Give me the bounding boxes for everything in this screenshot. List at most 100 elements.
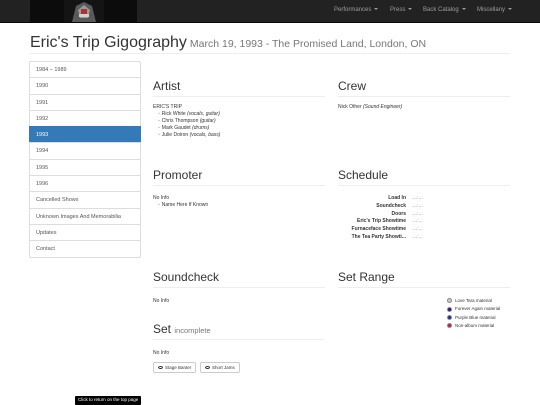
promoter-heading-text: Promoter bbox=[153, 168, 203, 182]
member-role: (drums) bbox=[192, 125, 210, 131]
promoter-list: Name Here If Known bbox=[153, 202, 208, 209]
legend-dot bbox=[447, 306, 452, 312]
crew-heading: Crew bbox=[338, 79, 510, 97]
set-range-heading-text: Set Range bbox=[338, 270, 395, 284]
schedule-row: Furnaceface Showtime...:... bbox=[338, 226, 423, 234]
nav-press[interactable]: Press bbox=[390, 7, 413, 13]
nav-miscellany-label: Miscellany bbox=[477, 7, 506, 13]
legend-dot bbox=[447, 323, 452, 329]
schedule-value: ...:... bbox=[413, 210, 423, 217]
crew-name: Nick Other bbox=[338, 104, 362, 110]
sidebar-item-1996[interactable]: 1996 bbox=[29, 175, 141, 193]
sidebar-item-1992[interactable]: 1992 bbox=[29, 109, 141, 128]
member-name: Chris Thompson bbox=[161, 118, 199, 124]
artist-heading-text: Artist bbox=[153, 79, 181, 93]
sidebar-item-cancelled-shows[interactable]: Cancelled Shows bbox=[29, 191, 141, 209]
schedule-value: ...:... bbox=[413, 218, 423, 225]
promoter-heading: Promoter bbox=[153, 168, 325, 186]
sidebar-item-updates[interactable]: Updates bbox=[29, 223, 141, 242]
sidebar-item-1990[interactable]: 1990 bbox=[29, 77, 141, 95]
member-role: (vocals, guitar) bbox=[187, 111, 220, 117]
nav-performances[interactable]: Performances bbox=[334, 7, 379, 13]
sidebar-item-1993[interactable]: 1993 bbox=[29, 126, 141, 144]
soundcheck-info: No Info bbox=[153, 298, 170, 304]
legend-item: Love Tara material bbox=[447, 297, 500, 305]
set-range-legend: Love Tara material Forever Again materia… bbox=[447, 297, 500, 331]
schedule-row: Load In...:... bbox=[338, 195, 423, 203]
schedule-row: Eric's Trip Showtime...:... bbox=[338, 218, 423, 226]
chevron-down-icon bbox=[461, 8, 466, 11]
site-logo[interactable] bbox=[30, 0, 137, 22]
legend-item: Purple Blue material bbox=[447, 314, 500, 322]
member-name: Julie Doiron bbox=[161, 132, 189, 138]
sidebar-item-contact[interactable]: Contact bbox=[29, 240, 141, 258]
stage-banter-label: Stage Banter bbox=[165, 365, 192, 370]
list-item: Mark Gaudet (drums) bbox=[161, 125, 220, 132]
member-role: (vocals, bass) bbox=[189, 132, 221, 138]
crew-role: (Sound Engineer) bbox=[363, 104, 403, 110]
legend-item: Forever Again material bbox=[447, 305, 500, 313]
chevron-down-icon bbox=[508, 8, 513, 11]
nav-performances-label: Performances bbox=[334, 7, 372, 13]
nav-miscellany[interactable]: Miscellany bbox=[477, 7, 513, 13]
page-subtitle: March 19, 1993 - The Promised Land, Lond… bbox=[189, 38, 427, 50]
list-item: Rick White (vocals, guitar) bbox=[161, 111, 220, 118]
schedule-heading-text: Schedule bbox=[338, 168, 389, 182]
set-status: incomplete bbox=[174, 326, 211, 335]
crew-block: Nick Other (Sound Engineer) bbox=[338, 104, 402, 111]
schedule-label: Load In bbox=[388, 195, 406, 201]
nav-back-catalog-label: Back Catalog bbox=[423, 7, 459, 13]
schedule-label: Eric's Trip Showtime bbox=[357, 218, 406, 225]
promoter-info: No Info bbox=[153, 195, 170, 201]
back-to-top-button[interactable]: Click to return on the top page bbox=[75, 396, 142, 405]
member-name: Mark Gaudet bbox=[161, 125, 191, 131]
sidebar-item-1984-1989[interactable]: 1984 – 1989 bbox=[29, 61, 141, 79]
list-item: Julie Doiron (vocals, bass) bbox=[161, 132, 221, 139]
band-name: ERIC'S TRIP bbox=[153, 104, 182, 110]
soundcheck-heading-text: Soundcheck bbox=[153, 270, 220, 284]
sidebar-item-1991[interactable]: 1991 bbox=[29, 93, 141, 111]
year-list: 1984 – 1989 1990 1991 1992 1993 1994 199… bbox=[29, 61, 141, 258]
schedule-table: Load In...:... Soundcheck...:... Doors..… bbox=[338, 195, 423, 242]
member-list: Rick White (vocals, guitar) Chris Thomps… bbox=[153, 111, 221, 139]
set-range-heading: Set Range bbox=[338, 270, 510, 288]
member-role: (guitar) bbox=[199, 118, 216, 124]
legend-label: Love Tara material bbox=[455, 298, 492, 303]
schedule-label: Doors bbox=[391, 210, 406, 217]
soundcheck-heading: Soundcheck bbox=[153, 270, 325, 288]
list-item: Name Here If Known bbox=[162, 202, 208, 209]
chevron-down-icon bbox=[408, 8, 413, 11]
nav-press-label: Press bbox=[390, 7, 406, 13]
schedule-value: ...:... bbox=[413, 202, 423, 209]
stage-banter-button[interactable]: Stage Banter bbox=[153, 362, 197, 373]
schedule-row: Doors...:... bbox=[338, 211, 423, 219]
eye-icon bbox=[158, 366, 163, 370]
sidebar-item-unknown-images[interactable]: Unknown Images And Memorabilia bbox=[29, 207, 141, 225]
short-jams-button[interactable]: Short Jams bbox=[200, 362, 240, 373]
list-item: Chris Thompson (guitar) bbox=[161, 118, 220, 125]
member-name: Rick White bbox=[161, 111, 186, 117]
chevron-down-icon bbox=[374, 8, 379, 11]
legend-dot bbox=[447, 315, 452, 321]
set-heading: Set incomplete bbox=[153, 322, 325, 340]
sidebar-item-1994[interactable]: 1994 bbox=[29, 142, 141, 160]
top-navbar: Performances Press Back Catalog Miscella… bbox=[0, 0, 540, 23]
legend-dot bbox=[447, 298, 452, 304]
schedule-label: Furnaceface Showtime bbox=[351, 226, 406, 233]
schedule-row: Soundcheck...:... bbox=[338, 202, 423, 211]
sidebar-item-1995[interactable]: 1995 bbox=[29, 158, 141, 177]
legend-label: Forever Again material bbox=[455, 306, 501, 312]
band-logo-image bbox=[64, 0, 104, 22]
schedule-label: The Tea Party Showti... bbox=[351, 233, 406, 240]
page-header: Eric's Trip Gigography March 19, 1993 - T… bbox=[30, 34, 510, 54]
legend-label: Non-album material bbox=[455, 323, 495, 329]
nav-back-catalog[interactable]: Back Catalog bbox=[423, 7, 466, 13]
legend-item: Non-album material bbox=[447, 322, 500, 330]
artist-block: ERIC'S TRIP Rick White (vocals, guitar) … bbox=[153, 104, 220, 139]
schedule-value: ...:... bbox=[413, 195, 423, 201]
schedule-row: The Tea Party Showti......:... bbox=[338, 234, 423, 242]
back-to-top-label: Click to return on the top page bbox=[78, 397, 139, 402]
legend-label: Purple Blue material bbox=[455, 314, 496, 320]
page-title: Eric's Trip Gigography bbox=[30, 34, 187, 51]
crew-heading-text: Crew bbox=[338, 79, 367, 93]
